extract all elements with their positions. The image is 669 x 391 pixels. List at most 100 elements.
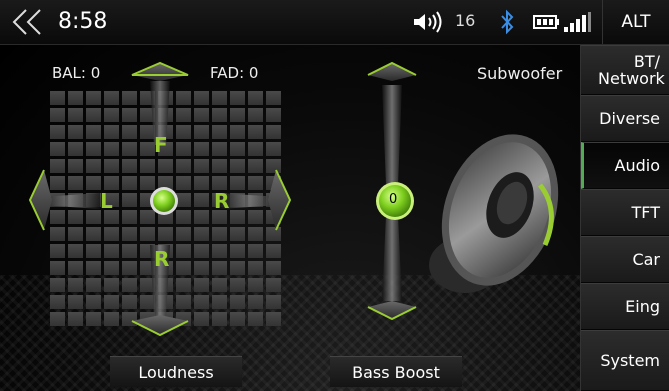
grid-cell xyxy=(230,261,245,275)
sidebar-item-bt-network[interactable]: BT/ Network xyxy=(581,45,669,95)
grid-cell xyxy=(104,295,119,309)
subwoofer-title: Subwoofer xyxy=(477,64,563,83)
grid-cell xyxy=(230,244,245,258)
grid-cell xyxy=(266,91,281,105)
grid-cell xyxy=(50,295,65,309)
grid-cell xyxy=(212,312,227,326)
sidebar-item-system[interactable]: System xyxy=(581,330,669,391)
grid-cell xyxy=(230,142,245,156)
sidebar-item-audio[interactable]: Audio xyxy=(581,142,669,189)
grid-cell xyxy=(266,227,281,241)
grid-cell xyxy=(68,295,83,309)
grid-cell xyxy=(158,227,173,241)
balance-fader-knob[interactable] xyxy=(150,187,178,215)
grid-cell xyxy=(248,244,263,258)
subwoofer-level-value: 0 xyxy=(389,192,398,207)
battery-icon xyxy=(533,15,559,29)
grid-cell xyxy=(68,159,83,173)
grid-cell xyxy=(104,227,119,241)
grid-cell xyxy=(86,210,101,224)
grid-cell xyxy=(104,176,119,190)
grid-cell xyxy=(122,295,137,309)
sidebar-item-eing[interactable]: Eing xyxy=(581,283,669,330)
rear-indicator: R xyxy=(154,247,170,271)
grid-cell xyxy=(68,210,83,224)
grid-cell xyxy=(266,312,281,326)
grid-cell xyxy=(86,159,101,173)
sidebar-item-label: Diverse xyxy=(599,109,660,128)
grid-cell xyxy=(230,159,245,173)
grid-cell xyxy=(248,176,263,190)
grid-cell xyxy=(104,278,119,292)
grid-cell xyxy=(212,142,227,156)
grid-cell xyxy=(230,91,245,105)
sidebar-item-label: Car xyxy=(632,250,660,269)
grid-cell xyxy=(50,210,65,224)
grid-cell xyxy=(50,176,65,190)
grid-cell xyxy=(230,210,245,224)
grid-cell xyxy=(140,159,155,173)
grid-cell xyxy=(104,142,119,156)
grid-cell xyxy=(248,312,263,326)
clock-time: 8:58 xyxy=(58,9,108,34)
grid-cell xyxy=(248,278,263,292)
grid-cell xyxy=(212,261,227,275)
sidebar-item-label: TFT xyxy=(631,203,660,222)
balance-fader-pad[interactable] xyxy=(0,45,580,391)
grid-cell xyxy=(86,125,101,139)
grid-cell xyxy=(104,261,119,275)
grid-cell xyxy=(194,278,209,292)
grid-cell xyxy=(212,295,227,309)
grid-cell xyxy=(212,227,227,241)
grid-cell xyxy=(68,125,83,139)
grid-cell xyxy=(266,244,281,258)
grid-cell xyxy=(86,295,101,309)
grid-cell xyxy=(86,227,101,241)
grid-cell xyxy=(176,210,191,224)
subwoofer-slider[interactable] xyxy=(367,61,417,321)
grid-cell xyxy=(176,108,191,122)
grid-cell xyxy=(266,125,281,139)
grid-cell xyxy=(122,210,137,224)
grid-cell xyxy=(230,295,245,309)
grid-cell xyxy=(212,91,227,105)
grid-cell xyxy=(122,159,137,173)
grid-cell xyxy=(122,193,137,207)
grid-cell xyxy=(230,278,245,292)
sidebar-item-car[interactable]: Car xyxy=(581,236,669,283)
grid-cell xyxy=(194,159,209,173)
grid-cell xyxy=(266,159,281,173)
grid-cell xyxy=(266,278,281,292)
grid-cell xyxy=(68,312,83,326)
grid-cell xyxy=(176,125,191,139)
grid-cell xyxy=(122,227,137,241)
bass-boost-button[interactable]: Bass Boost xyxy=(330,356,462,387)
double-chevron-left-icon[interactable] xyxy=(10,7,50,37)
grid-cell xyxy=(194,312,209,326)
grid-cell xyxy=(194,193,209,207)
grid-cell xyxy=(248,91,263,105)
grid-cell xyxy=(248,108,263,122)
loudness-button[interactable]: Loudness xyxy=(110,356,242,387)
grid-cell xyxy=(194,176,209,190)
grid-cell xyxy=(248,227,263,241)
grid-cell xyxy=(86,261,101,275)
speaker-volume-icon[interactable] xyxy=(412,11,452,33)
grid-cell xyxy=(230,227,245,241)
grid-cell xyxy=(104,312,119,326)
fader-readout: FAD: 0 xyxy=(210,64,259,82)
grid-cell xyxy=(266,295,281,309)
grid-cell xyxy=(266,108,281,122)
grid-cell xyxy=(140,176,155,190)
sidebar-item-label: Audio xyxy=(614,156,660,175)
alt-button[interactable]: ALT xyxy=(603,0,669,44)
grid-cell xyxy=(266,142,281,156)
grid-cell xyxy=(50,261,65,275)
sidebar-item-tft[interactable]: TFT xyxy=(581,189,669,236)
sidebar-item-diverse[interactable]: Diverse xyxy=(581,95,669,142)
grid-cell xyxy=(104,91,119,105)
grid-cell xyxy=(176,278,191,292)
grid-cell xyxy=(50,108,65,122)
grid-cell xyxy=(230,176,245,190)
grid-cell xyxy=(68,244,83,258)
